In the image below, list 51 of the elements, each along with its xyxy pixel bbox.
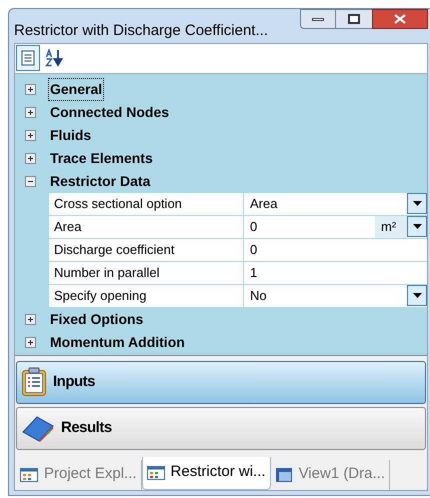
category-label[interactable]: Fluids	[49, 124, 92, 146]
list-icon	[21, 50, 35, 66]
expand-icon[interactable]	[25, 314, 36, 324]
expand-icon[interactable]	[25, 336, 36, 348]
category-label[interactable]: Momentum Addition	[49, 332, 186, 352]
window-icon	[274, 466, 293, 482]
sort-az-icon	[45, 49, 65, 67]
navigation-panel-button[interactable]: Results	[16, 406, 426, 450]
category-label[interactable]: General	[49, 78, 104, 100]
property-value[interactable]: No	[244, 286, 407, 306]
clipboard-icon	[21, 367, 47, 397]
dropdown-button[interactable]	[407, 216, 427, 237]
close-button[interactable]	[372, 9, 428, 29]
category-label[interactable]: Connected Nodes	[49, 102, 170, 122]
caret-icon	[412, 224, 422, 229]
property-name: Specify opening	[49, 284, 244, 306]
categorized-button[interactable]	[16, 45, 40, 71]
minimize-button[interactable]	[300, 9, 336, 29]
maximize-icon	[348, 14, 360, 24]
dropdown-button[interactable]	[407, 193, 427, 214]
document-tab[interactable]: Project Expl...	[16, 460, 142, 490]
grid-icon	[146, 466, 165, 480]
document-tab[interactable]: View1 (Dra...	[270, 460, 390, 490]
property-value[interactable]: 1	[244, 262, 407, 282]
caret-icon	[412, 201, 422, 206]
table-icon	[20, 468, 38, 482]
property-name: Discharge coefficient	[49, 238, 244, 260]
unit-label: m²	[375, 216, 407, 238]
category-label[interactable]: Restrictor Data	[49, 170, 152, 192]
property-value[interactable]: 0	[244, 240, 407, 260]
collapse-icon[interactable]	[25, 176, 36, 186]
navigation-panel-button[interactable]: Inputs	[16, 360, 426, 404]
dropdown-button[interactable]	[407, 285, 427, 306]
close-icon	[394, 14, 406, 24]
category-label[interactable]: Trace Elements	[49, 148, 154, 168]
property-value[interactable]: Area	[244, 194, 407, 214]
property-value[interactable]: 0	[244, 216, 375, 236]
window-title: Restrictor with Discharge Coefficient...	[14, 21, 268, 41]
maximize-button[interactable]	[336, 9, 372, 29]
property-name: Area	[49, 216, 244, 238]
property-name: Number in parallel	[49, 262, 244, 284]
book-icon	[21, 414, 55, 442]
document-tab[interactable]: Restrictor wi...	[142, 456, 271, 490]
expand-icon[interactable]	[25, 84, 36, 94]
category-label[interactable]: Fixed Options	[49, 308, 144, 330]
minimize-icon	[312, 18, 324, 20]
property-name: Cross sectional option	[49, 192, 244, 214]
expand-icon[interactable]	[25, 152, 36, 164]
expand-icon[interactable]	[25, 130, 36, 140]
expand-icon[interactable]	[25, 106, 36, 118]
caret-icon	[412, 293, 422, 298]
